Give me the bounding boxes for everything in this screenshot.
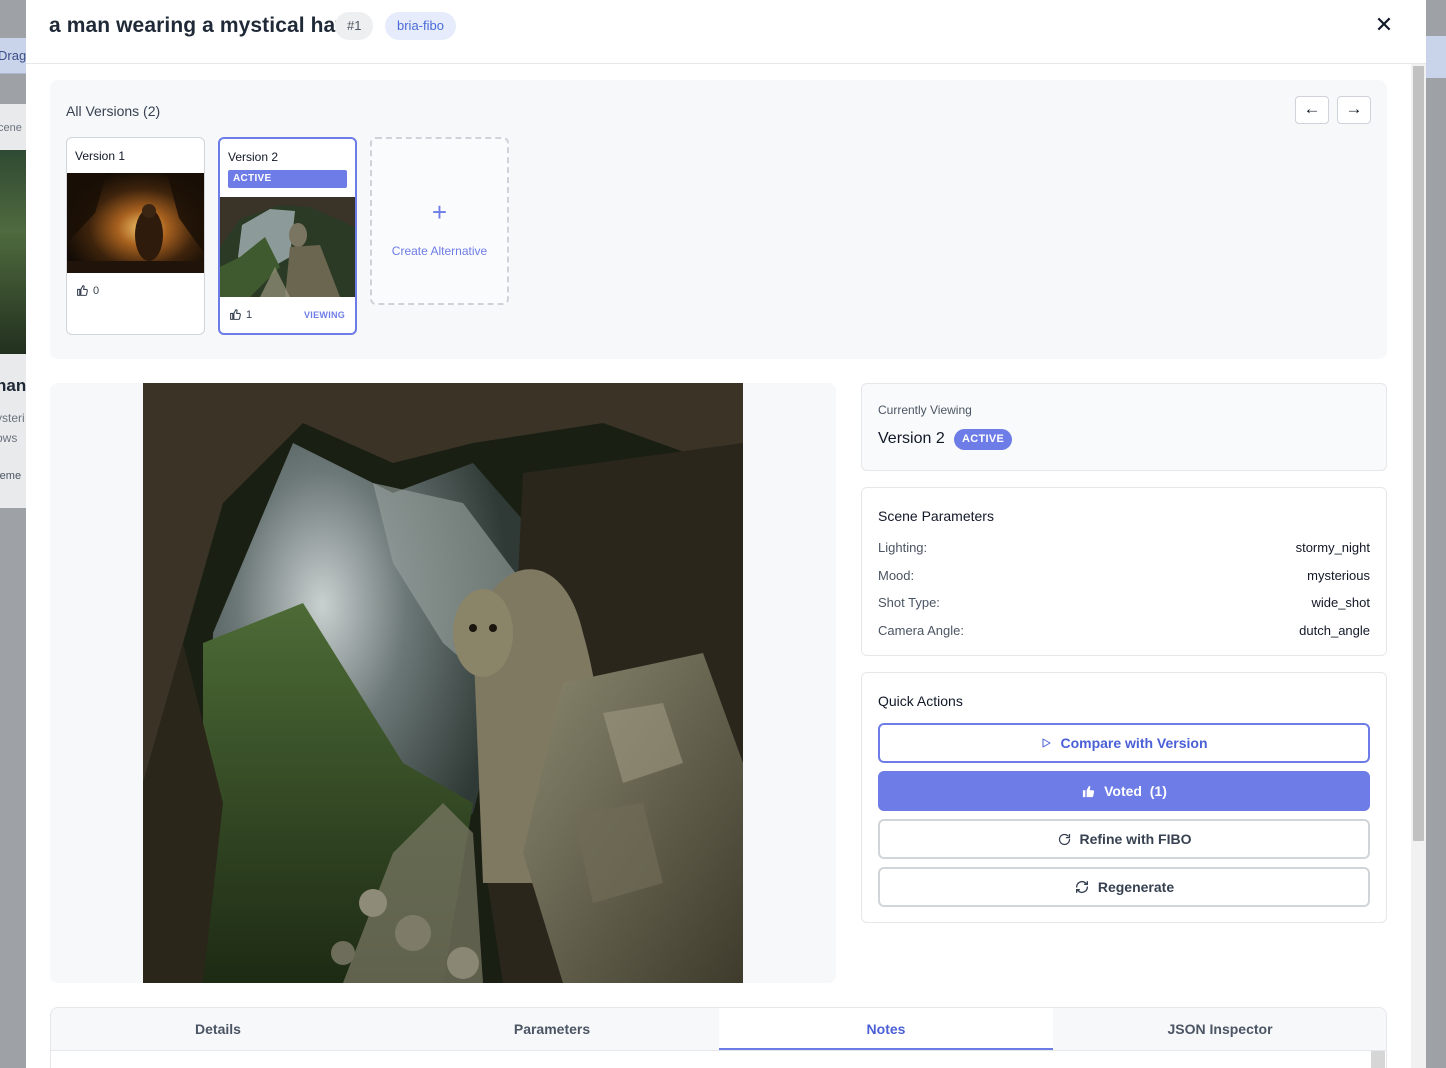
param-key: Camera Angle: — [878, 623, 964, 638]
modal-scrollbar[interactable] — [1411, 64, 1426, 1068]
tab-details[interactable]: Details — [51, 1008, 385, 1050]
thumbs-up-icon — [1083, 785, 1095, 797]
image-panel — [50, 383, 836, 983]
refine-with-fibo-button[interactable]: Refine with FIBO — [878, 819, 1370, 859]
tab-content-area — [51, 1050, 1386, 1068]
param-row-shot-type: Shot Type: wide_shot — [878, 595, 1370, 610]
arrow-right-icon: → — [1345, 99, 1363, 118]
param-value: dutch_angle — [1299, 623, 1370, 638]
scene-parameters-title: Scene Parameters — [878, 508, 994, 524]
thumbs-up-icon — [77, 285, 88, 296]
voted-label: Voted (1) — [1104, 783, 1167, 799]
detail-tabs: Details Parameters Notes JSON Inspector — [50, 1007, 1387, 1068]
param-row-mood: Mood: mysterious — [878, 568, 1370, 583]
quick-actions-panel: Quick Actions Compare with Version Voted… — [861, 672, 1387, 923]
param-value: stormy_night — [1295, 540, 1370, 555]
currently-viewing-panel: Currently Viewing Version 2 ACTIVE — [861, 383, 1387, 471]
create-alternative-label: Create Alternative — [391, 244, 488, 258]
active-tag: ACTIVE — [228, 170, 347, 188]
background-right-edge — [1426, 0, 1446, 1068]
model-badge: bria-fibo — [385, 12, 456, 40]
background-toolbar-text: Drag — [0, 48, 26, 63]
background-card-desc-line-1: ysteri — [0, 411, 25, 425]
voted-button[interactable]: Voted (1) — [878, 771, 1370, 811]
version-card-label: Version 1 — [75, 149, 126, 163]
compare-with-version-label: Compare with Version — [1060, 735, 1208, 751]
param-row-lighting: Lighting: stormy_night — [878, 540, 1370, 555]
tab-notes[interactable]: Notes — [719, 1008, 1053, 1050]
background-card-title: nan — [0, 376, 26, 395]
background-right-strip — [1426, 36, 1446, 78]
cave-scene-art — [143, 383, 743, 983]
version-card-label: Version 2 — [228, 150, 279, 164]
background-card-desc-line-2: ows — [0, 431, 18, 445]
version-card-1[interactable]: Version 1 0 — [66, 137, 205, 335]
tab-content-scrollbar[interactable] — [1371, 1051, 1385, 1068]
plus-icon: + — [431, 197, 448, 227]
active-badge: ACTIVE — [954, 429, 1013, 450]
regenerate-label: Regenerate — [1097, 879, 1175, 895]
id-badge: #1 — [335, 12, 374, 40]
modal-header: a man wearing a mystical hat #1 bria-fib… — [26, 0, 1426, 64]
currently-viewing-version: Version 2 — [878, 430, 945, 447]
version-thumbnail — [67, 173, 204, 273]
close-icon: ✕ — [1374, 12, 1394, 37]
version-1-thumbnail-art — [67, 173, 204, 273]
version-vote-count[interactable]: 1 — [229, 308, 252, 321]
param-key: Shot Type: — [878, 595, 940, 610]
refine-with-fibo-label: Refine with FIBO — [1079, 831, 1192, 847]
next-version-button[interactable]: → — [1337, 96, 1371, 124]
param-value: wide_shot — [1311, 595, 1370, 610]
arrow-left-icon: ← — [1303, 99, 1321, 118]
modal-title: a man wearing a mystical hat — [49, 14, 343, 37]
regenerate-icon — [1075, 881, 1088, 893]
tab-parameters[interactable]: Parameters — [385, 1008, 719, 1050]
background-card-desc: ysteri ows — [0, 408, 25, 448]
param-key: Lighting: — [878, 540, 928, 555]
scene-parameters-panel: Scene Parameters Lighting: stormy_night … — [861, 487, 1387, 656]
viewing-tag: VIEWING — [304, 310, 346, 320]
background-card-footer: reme — [0, 470, 22, 482]
tab-json-inspector[interactable]: JSON Inspector — [1053, 1008, 1386, 1050]
version-card-2[interactable]: Version 2 ACTIVE 1 VIEWING — [218, 137, 357, 335]
vote-count-text: 1 — [246, 308, 253, 321]
background-card-image — [0, 150, 26, 354]
versions-panel: All Versions (2) ← → Version 1 0 Version… — [50, 80, 1387, 359]
vote-count-text: 0 — [93, 284, 100, 297]
play-icon — [1042, 738, 1051, 748]
quick-actions-title: Quick Actions — [878, 693, 963, 709]
close-button[interactable]: ✕ — [1370, 12, 1398, 40]
regenerate-button[interactable]: Regenerate — [878, 867, 1370, 907]
currently-viewing-label: Currently Viewing — [878, 403, 972, 417]
version-vote-count[interactable]: 0 — [76, 284, 99, 297]
background-toolbar: Drag — [0, 38, 26, 74]
param-row-camera-angle: Camera Angle: dutch_angle — [878, 623, 1370, 638]
param-key: Mood: — [878, 568, 915, 583]
previous-version-button[interactable]: ← — [1295, 96, 1329, 124]
background-card: cene nan ysteri ows reme — [0, 104, 26, 508]
version-modal: a man wearing a mystical hat #1 bria-fib… — [26, 0, 1426, 1068]
versions-title: All Versions (2) — [66, 103, 161, 119]
thumbs-up-icon — [230, 309, 241, 320]
version-thumbnail — [220, 197, 355, 297]
modal-scrollbar-thumb[interactable] — [1413, 66, 1424, 841]
background-app: Drag cene nan ysteri ows reme — [0, 0, 26, 1068]
background-card-label: cene — [0, 122, 22, 134]
param-value: mysterious — [1307, 568, 1370, 583]
refresh-icon — [1058, 833, 1070, 845]
main-image — [143, 383, 743, 983]
create-alternative-button[interactable]: + Create Alternative — [370, 137, 509, 305]
version-2-thumbnail-art — [220, 197, 355, 297]
compare-with-version-button[interactable]: Compare with Version — [878, 723, 1370, 763]
